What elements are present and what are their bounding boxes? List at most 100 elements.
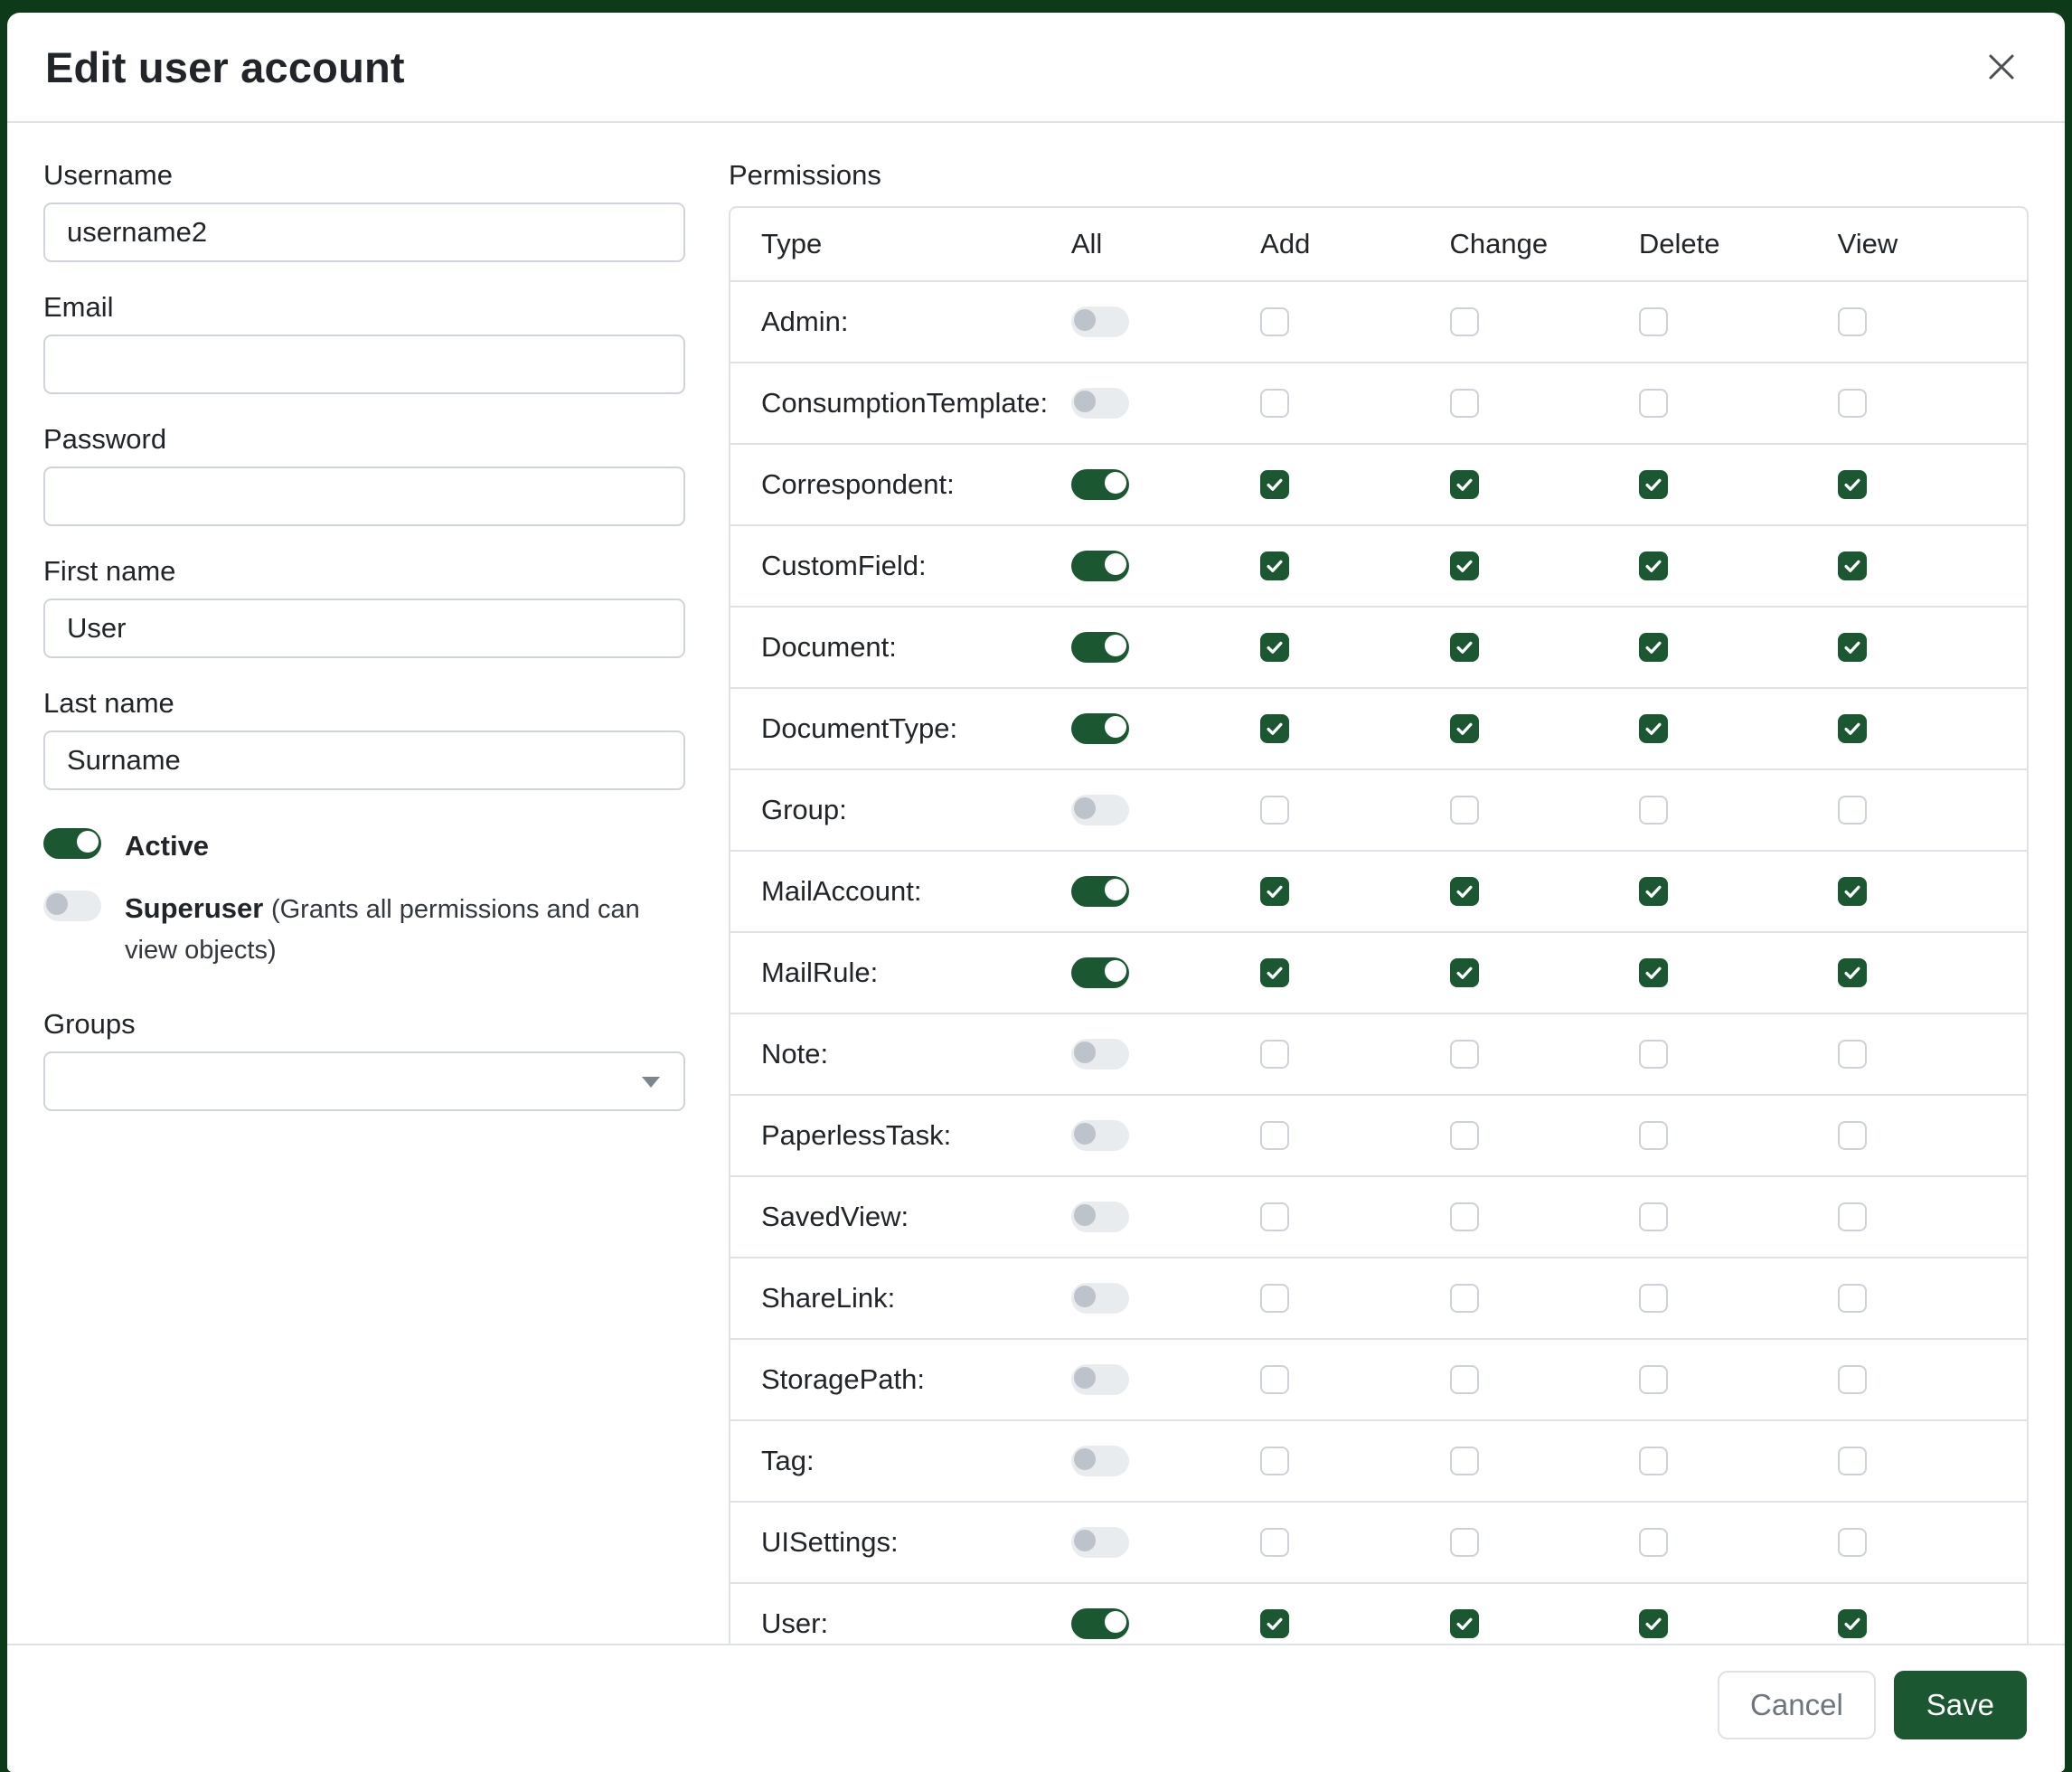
username-input[interactable] [43,203,685,262]
permission-delete-checkbox[interactable] [1639,307,1668,336]
permission-add-checkbox[interactable] [1260,1284,1289,1313]
last-name-input[interactable] [43,730,685,790]
permission-change-checkbox[interactable] [1450,714,1479,743]
permission-view-checkbox[interactable] [1838,877,1867,906]
permission-all-toggle[interactable] [1071,713,1129,744]
permission-add-checkbox[interactable] [1260,633,1289,662]
permission-all-toggle[interactable] [1071,1446,1129,1476]
permission-view-checkbox[interactable] [1838,1121,1867,1150]
permission-all-toggle[interactable] [1071,1364,1129,1395]
permission-add-checkbox[interactable] [1260,1365,1289,1394]
permission-add-checkbox[interactable] [1260,1202,1289,1231]
permission-change-checkbox[interactable] [1450,633,1479,662]
check-icon [1265,963,1285,983]
permission-all-toggle[interactable] [1071,388,1129,419]
permission-all-toggle[interactable] [1071,876,1129,907]
permission-delete-checkbox[interactable] [1639,1528,1668,1557]
permission-view-checkbox[interactable] [1838,389,1867,418]
permission-change-checkbox[interactable] [1450,1284,1479,1313]
permission-change-checkbox[interactable] [1450,307,1479,336]
permission-all-toggle[interactable] [1071,1202,1129,1232]
permission-view-checkbox[interactable] [1838,714,1867,743]
permission-change-checkbox[interactable] [1450,877,1479,906]
permission-add-checkbox[interactable] [1260,958,1289,987]
permission-delete-checkbox[interactable] [1639,1284,1668,1313]
permission-delete-checkbox[interactable] [1639,1121,1668,1150]
permission-all-toggle[interactable] [1071,795,1129,825]
permission-delete-checkbox[interactable] [1639,958,1668,987]
permission-add-checkbox[interactable] [1260,551,1289,580]
permission-delete-checkbox[interactable] [1639,1447,1668,1475]
permission-view-checkbox[interactable] [1838,1447,1867,1475]
permission-add-checkbox[interactable] [1260,1609,1289,1638]
permission-add-checkbox[interactable] [1260,389,1289,418]
permission-delete-checkbox[interactable] [1639,877,1668,906]
permission-change-checkbox[interactable] [1450,1202,1479,1231]
superuser-label: Superuser [125,892,263,924]
permission-delete-checkbox[interactable] [1639,1609,1668,1638]
permission-change-checkbox[interactable] [1450,1609,1479,1638]
permission-view-checkbox[interactable] [1838,1609,1867,1638]
permission-add-checkbox[interactable] [1260,1447,1289,1475]
permission-view-checkbox[interactable] [1838,633,1867,662]
permission-add-checkbox[interactable] [1260,714,1289,743]
permission-change-checkbox[interactable] [1450,1121,1479,1150]
permission-all-toggle[interactable] [1071,306,1129,337]
permission-view-checkbox[interactable] [1838,551,1867,580]
save-button[interactable]: Save [1894,1671,2027,1739]
permission-view-checkbox[interactable] [1838,958,1867,987]
permission-add-checkbox[interactable] [1260,1121,1289,1150]
email-input[interactable] [43,335,685,394]
permission-change-checkbox[interactable] [1450,389,1479,418]
permission-delete-checkbox[interactable] [1639,470,1668,499]
modal-title: Edit user account [45,42,405,92]
permission-all-toggle[interactable] [1071,469,1129,500]
close-button[interactable] [1976,42,2027,92]
groups-select[interactable] [43,1051,685,1111]
permission-change-checkbox[interactable] [1450,1365,1479,1394]
superuser-toggle[interactable] [43,891,101,921]
permission-all-toggle[interactable] [1071,551,1129,581]
permission-all-toggle[interactable] [1071,632,1129,663]
toggle-knob [1105,716,1126,738]
permission-delete-checkbox[interactable] [1639,1202,1668,1231]
permission-change-checkbox[interactable] [1450,1040,1479,1069]
permission-delete-checkbox[interactable] [1639,389,1668,418]
permission-all-toggle[interactable] [1071,1283,1129,1314]
permission-change-checkbox[interactable] [1450,470,1479,499]
permission-view-checkbox[interactable] [1838,1284,1867,1313]
permission-delete-checkbox[interactable] [1639,714,1668,743]
permission-change-checkbox[interactable] [1450,796,1479,825]
permission-view-checkbox[interactable] [1838,470,1867,499]
active-toggle[interactable] [43,828,101,859]
permission-delete-checkbox[interactable] [1639,633,1668,662]
permission-view-checkbox[interactable] [1838,307,1867,336]
permission-all-toggle[interactable] [1071,957,1129,988]
permission-add-checkbox[interactable] [1260,470,1289,499]
permission-view-checkbox[interactable] [1838,1528,1867,1557]
first-name-input[interactable] [43,599,685,658]
permission-change-checkbox[interactable] [1450,1528,1479,1557]
permission-all-toggle[interactable] [1071,1527,1129,1558]
permission-all-toggle[interactable] [1071,1039,1129,1070]
permission-view-checkbox[interactable] [1838,1365,1867,1394]
permission-delete-checkbox[interactable] [1639,551,1668,580]
permission-add-checkbox[interactable] [1260,307,1289,336]
permission-view-checkbox[interactable] [1838,1202,1867,1231]
cancel-button[interactable]: Cancel [1718,1671,1876,1739]
permission-change-checkbox[interactable] [1450,551,1479,580]
permission-delete-checkbox[interactable] [1639,1040,1668,1069]
permission-add-checkbox[interactable] [1260,877,1289,906]
permission-add-checkbox[interactable] [1260,1040,1289,1069]
permission-add-checkbox[interactable] [1260,796,1289,825]
permission-view-checkbox[interactable] [1838,1040,1867,1069]
permission-delete-checkbox[interactable] [1639,1365,1668,1394]
permission-view-checkbox[interactable] [1838,796,1867,825]
permission-all-toggle[interactable] [1071,1608,1129,1639]
permission-add-checkbox[interactable] [1260,1528,1289,1557]
password-input[interactable] [43,467,685,526]
permission-delete-checkbox[interactable] [1639,796,1668,825]
permission-all-toggle[interactable] [1071,1120,1129,1151]
permission-change-checkbox[interactable] [1450,958,1479,987]
permission-change-checkbox[interactable] [1450,1447,1479,1475]
